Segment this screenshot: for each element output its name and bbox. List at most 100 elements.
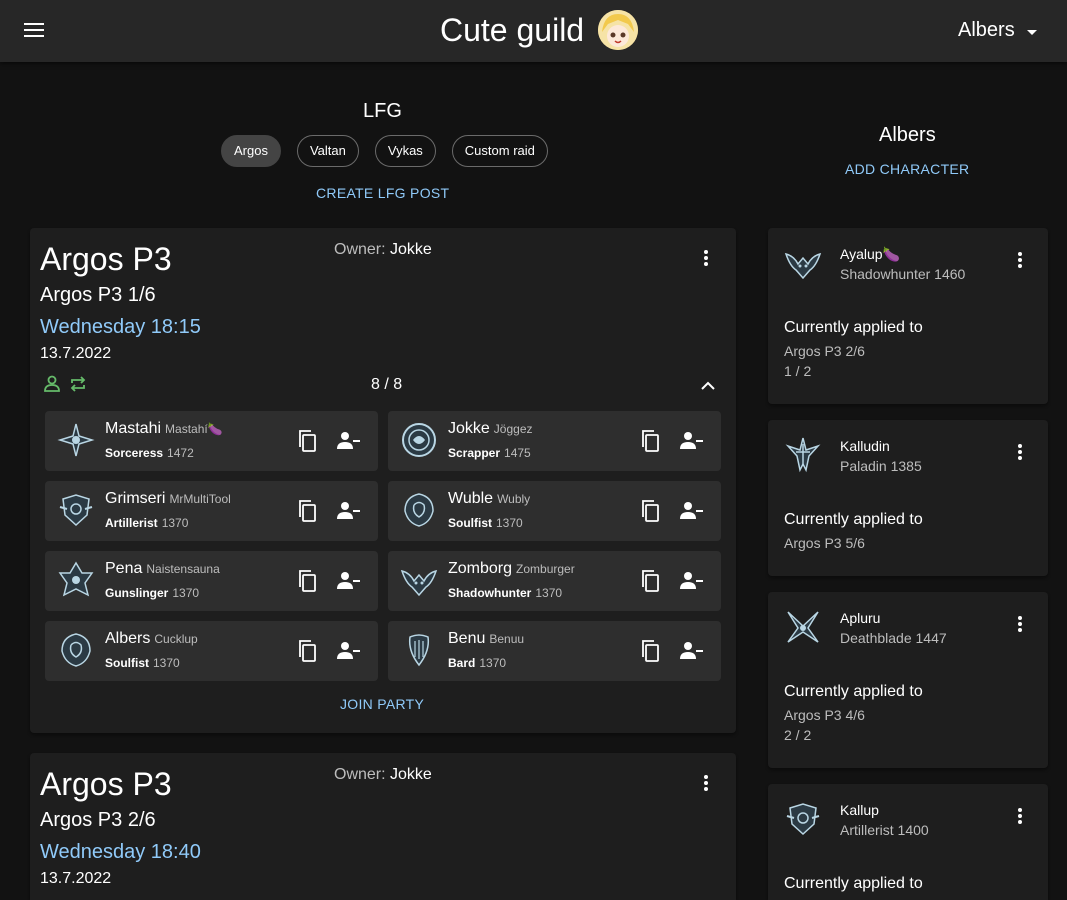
post-subtitle: Argos P3 2/6 xyxy=(40,809,156,831)
copy-icon[interactable] xyxy=(295,498,321,524)
member-alias: Benuu xyxy=(489,632,525,646)
post-more-icon[interactable] xyxy=(694,246,718,270)
paladin-icon xyxy=(784,436,822,474)
applied-post: Argos P3 5/6 xyxy=(784,535,865,551)
create-lfg-post-button[interactable]: CREATE LFG POST xyxy=(316,185,449,201)
menu-icon[interactable] xyxy=(18,14,50,46)
copy-icon[interactable] xyxy=(638,498,664,524)
remove-member-icon[interactable] xyxy=(678,498,704,524)
remove-member-icon[interactable] xyxy=(335,428,361,454)
raid-filter-chips: Argos Valtan Vykas Custom raid xyxy=(221,135,548,167)
character-more-icon[interactable] xyxy=(1008,440,1032,464)
bard-icon xyxy=(400,631,438,669)
member-alias: Zomburger xyxy=(516,562,575,576)
character-name: Kalludin xyxy=(840,438,890,454)
post-time: Wednesday 18:40 xyxy=(40,841,201,863)
post-date: 13.7.2022 xyxy=(40,870,112,887)
shadowhunter-icon xyxy=(400,561,438,599)
copy-icon[interactable] xyxy=(638,428,664,454)
member-ilvl: 1472 xyxy=(167,446,194,460)
party-member: Mastahi Mastahí🍆 Sorceress 1472 xyxy=(45,411,378,471)
member-ilvl: 1475 xyxy=(504,446,531,460)
chip-vykas[interactable]: Vykas xyxy=(374,135,436,167)
soulfist-icon xyxy=(400,491,438,529)
deathblade-icon xyxy=(784,608,822,646)
character-more-icon[interactable] xyxy=(1008,248,1032,272)
copy-icon[interactable] xyxy=(638,638,664,664)
copy-icon[interactable] xyxy=(295,428,321,454)
member-name: Wuble xyxy=(448,490,494,507)
shadowhunter-icon xyxy=(784,244,822,282)
gunslinger-icon xyxy=(57,561,95,599)
sorceress-icon xyxy=(57,421,95,459)
post-more-icon[interactable] xyxy=(694,771,718,795)
character-name: Ayalup🍆 xyxy=(840,246,900,262)
chip-valtan[interactable]: Valtan xyxy=(296,135,359,167)
chevron-down-icon xyxy=(1026,17,1037,43)
applied-label: Currently applied to xyxy=(784,319,923,336)
remove-member-icon[interactable] xyxy=(335,568,361,594)
party-member: Grimseri MrMultiTool Artillerist 1370 xyxy=(45,481,378,541)
member-class: Artillerist xyxy=(105,516,158,530)
post-owner: Owner: Jokke xyxy=(334,241,432,258)
character-card: Kalludin Paladin 1385 Currently applied … xyxy=(768,420,1048,576)
member-alias: Wubly xyxy=(497,492,531,506)
chevron-up-icon[interactable] xyxy=(696,374,720,398)
member-ilvl: 1370 xyxy=(161,516,189,530)
character-card: Kallup Artillerist 1400 Currently applie… xyxy=(768,784,1048,900)
copy-icon[interactable] xyxy=(295,568,321,594)
remove-member-icon[interactable] xyxy=(678,568,704,594)
post-status-icons xyxy=(42,374,88,399)
copy-icon[interactable] xyxy=(638,568,664,594)
copy-icon[interactable] xyxy=(295,638,321,664)
party-member: Wuble Wubly Soulfist 1370 xyxy=(388,481,721,541)
member-name: Pena xyxy=(105,560,143,577)
chip-custom-raid[interactable]: Custom raid xyxy=(451,135,548,167)
scrapper-icon xyxy=(400,421,438,459)
character-card: Apluru Deathblade 1447 Currently applied… xyxy=(768,592,1048,768)
remove-member-icon[interactable] xyxy=(335,638,361,664)
remove-member-icon[interactable] xyxy=(335,498,361,524)
party-member: Jokke Jöggez Scrapper 1475 xyxy=(388,411,721,471)
artillerist-icon xyxy=(57,491,95,529)
character-class: Artillerist 1400 xyxy=(840,822,929,838)
member-name: Benu xyxy=(448,630,486,647)
party-member: Benu Benuu Bard 1370 xyxy=(388,621,721,681)
post-date: 13.7.2022 xyxy=(40,345,112,362)
member-class: Soulfist xyxy=(105,656,149,670)
party-count: 8 / 8 xyxy=(371,376,403,393)
characters-title: Albers xyxy=(879,124,936,146)
member-ilvl: 1370 xyxy=(172,586,200,600)
member-class: Gunslinger xyxy=(105,586,169,600)
applied-post: Argos P3 4/6 xyxy=(784,707,865,723)
member-class: Scrapper xyxy=(448,446,501,460)
member-name: Mastahi xyxy=(105,420,162,437)
lfg-title: LFG xyxy=(363,100,402,122)
artillerist-icon xyxy=(784,800,822,838)
member-ilvl: 1370 xyxy=(479,656,507,670)
chip-argos[interactable]: Argos xyxy=(221,135,281,167)
owner-name: Jokke xyxy=(390,241,432,258)
applied-count: 2 / 2 xyxy=(784,727,812,743)
user-menu[interactable]: Albers xyxy=(958,17,1037,43)
member-class: Shadowhunter xyxy=(448,586,532,600)
post-title: Argos P3 xyxy=(40,241,172,277)
member-alias: Naistensauna xyxy=(146,562,220,576)
remove-member-icon[interactable] xyxy=(678,428,704,454)
soulfist-icon xyxy=(57,631,95,669)
join-party-button[interactable]: JOIN PARTY xyxy=(340,696,424,712)
member-ilvl: 1370 xyxy=(496,516,523,530)
post-title: Argos P3 xyxy=(40,766,172,802)
post-subtitle: Argos P3 1/6 xyxy=(40,284,156,306)
character-more-icon[interactable] xyxy=(1008,804,1032,828)
app-title: Cute guild xyxy=(440,12,585,48)
lfg-post-card: Argos P3 Owner: Jokke Argos P3 1/6 Wedne… xyxy=(30,228,736,733)
character-more-icon[interactable] xyxy=(1008,612,1032,636)
member-name: Albers xyxy=(105,630,151,647)
party-member: Pena Naistensauna Gunslinger 1370 xyxy=(45,551,378,611)
remove-member-icon[interactable] xyxy=(678,638,704,664)
add-character-button[interactable]: ADD CHARACTER xyxy=(845,161,969,177)
character-name: Apluru xyxy=(840,610,881,626)
guild-avatar xyxy=(598,10,638,50)
applied-label: Currently applied to xyxy=(784,683,923,700)
